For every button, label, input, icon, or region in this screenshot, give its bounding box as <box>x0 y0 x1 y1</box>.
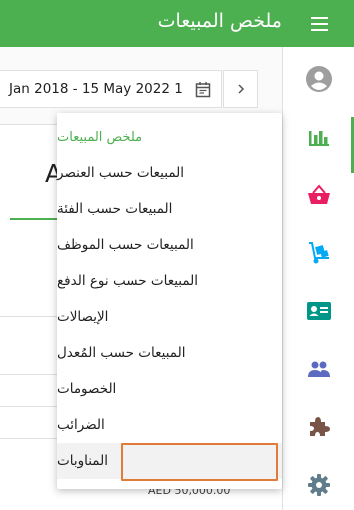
people-icon <box>308 361 330 377</box>
menu-item-taxes[interactable]: الضرائب <box>57 407 282 443</box>
nav-employees[interactable] <box>283 341 354 397</box>
hamburger-menu-icon[interactable] <box>310 14 330 34</box>
chevron-right-icon <box>237 84 244 94</box>
gear-icon <box>308 474 330 496</box>
menu-item-receipts[interactable]: الإيصالات <box>57 299 282 335</box>
nav-reports[interactable] <box>283 109 354 173</box>
nav-customers[interactable] <box>283 283 354 339</box>
basket-icon <box>308 184 330 204</box>
menu-item-sales-by-modifier[interactable]: المبيعات حسب المُعدل <box>57 335 282 371</box>
nav-account[interactable] <box>283 51 354 107</box>
bar-chart-icon <box>309 131 329 146</box>
tab-indicator <box>10 218 58 220</box>
contact-card-icon <box>307 302 331 320</box>
menu-item-sales-summary[interactable]: ملخص المبيعات <box>57 119 282 155</box>
divider <box>0 406 60 407</box>
menu-item-sales-by-payment-type[interactable]: المبيعات حسب نوع الدفع <box>57 263 282 299</box>
divider <box>0 438 60 439</box>
menu-item-shifts[interactable]: المناوبات <box>57 443 282 479</box>
menu-item-discounts[interactable]: الخصومات <box>57 371 282 407</box>
calendar-icon <box>195 82 211 98</box>
date-range-text: Jan 2018 - 15 May 2022 1 <box>9 81 183 97</box>
account-circle-icon <box>306 66 332 92</box>
menu-item-sales-by-item[interactable]: المبيعات حسب العنصر <box>57 155 282 191</box>
date-range-picker[interactable]: Jan 2018 - 15 May 2022 1 <box>0 70 222 108</box>
hand-truck-icon <box>309 242 329 264</box>
nav-sales[interactable] <box>283 167 354 223</box>
puzzle-icon <box>310 417 330 436</box>
nav-inventory[interactable] <box>283 225 354 281</box>
next-period-button[interactable] <box>223 70 258 108</box>
report-type-dropdown: ملخص المبيعات المبيعات حسب العنصر المبيع… <box>57 113 282 489</box>
menu-item-sales-by-employee[interactable]: المبيعات حسب الموظف <box>57 227 282 263</box>
app-bar: ملخص المبيعات <box>0 0 354 47</box>
divider <box>0 316 60 317</box>
nav-add-ons[interactable] <box>283 399 354 455</box>
divider <box>0 374 60 375</box>
menu-item-sales-by-category[interactable]: المبيعات حسب الفئة <box>57 191 282 227</box>
nav-settings[interactable] <box>283 457 354 510</box>
nav-rail <box>282 47 354 510</box>
page-title: ملخص المبيعات <box>157 10 282 32</box>
